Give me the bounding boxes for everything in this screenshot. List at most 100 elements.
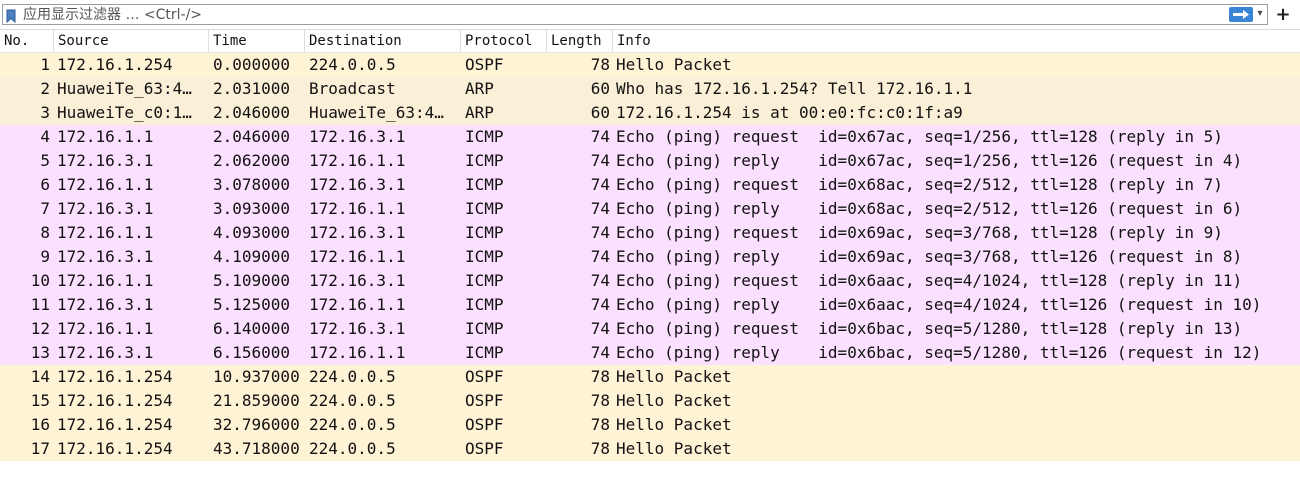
packet-source: 172.16.3.1 — [57, 199, 154, 218]
packet-destination: 224.0.0.5 — [309, 367, 396, 386]
packet-length: 78 — [590, 55, 610, 74]
packet-destination: 224.0.0.5 — [309, 391, 396, 410]
packet-protocol: OSPF — [465, 415, 504, 434]
packet-source: 172.16.1.1 — [57, 127, 154, 146]
packet-length: 74 — [590, 319, 610, 338]
apply-filter-button[interactable] — [1229, 7, 1253, 22]
packet-time: 5.109000 — [213, 271, 291, 290]
packet-time: 2.046000 — [213, 127, 291, 146]
packet-destination: 224.0.0.5 — [309, 55, 396, 74]
packet-protocol: ARP — [465, 79, 494, 98]
column-header-no[interactable]: No. — [0, 30, 54, 52]
packet-row[interactable]: 11 172.16.3.1 5.125000 172.16.1.1 ICMP 74 Echo… — [0, 293, 1300, 317]
packet-time: 5.125000 — [213, 295, 291, 314]
packet-protocol: ARP — [465, 103, 494, 122]
bookmark-icon[interactable] — [6, 8, 16, 24]
packet-time: 2.031000 — [213, 79, 291, 98]
packet-destination: 224.0.0.5 — [309, 415, 396, 434]
packet-list-header: No. Source Time Destination Protocol Len… — [0, 30, 1300, 53]
packet-number: 16 — [30, 415, 50, 434]
packet-source: 172.16.1.254 — [57, 415, 173, 434]
packet-destination: 172.16.1.1 — [309, 151, 406, 170]
packet-row[interactable]: 15 172.16.1.254 21.859000 224.0.0.5 OSPF 78 He… — [0, 389, 1300, 413]
packet-length: 74 — [590, 151, 610, 170]
add-filter-button[interactable]: + — [1273, 4, 1293, 25]
packet-protocol: ICMP — [465, 319, 504, 338]
packet-length: 74 — [590, 127, 610, 146]
packet-length: 60 — [590, 79, 610, 98]
packet-time: 4.093000 — [213, 223, 291, 242]
packet-protocol: ICMP — [465, 127, 504, 146]
packet-destination: HuaweiTe_63:4… — [309, 103, 444, 122]
packet-source: 172.16.3.1 — [57, 295, 154, 314]
packet-destination: 172.16.1.1 — [309, 343, 406, 362]
packet-info: Hello Packet — [616, 439, 732, 458]
column-header-destination[interactable]: Destination — [305, 30, 461, 52]
packet-protocol: ICMP — [465, 271, 504, 290]
column-header-time[interactable]: Time — [209, 30, 305, 52]
packet-list: No. Source Time Destination Protocol Len… — [0, 30, 1300, 461]
packet-source: 172.16.3.1 — [57, 343, 154, 362]
packet-row[interactable]: 2 HuaweiTe_63:4… 2.031000 Broadcast ARP 60 Who… — [0, 77, 1300, 101]
packet-row[interactable]: 17 172.16.1.254 43.718000 224.0.0.5 OSPF 78 He… — [0, 437, 1300, 461]
packet-row[interactable]: 7 172.16.3.1 3.093000 172.16.1.1 ICMP 74 Echo … — [0, 197, 1300, 221]
packet-time: 10.937000 — [213, 367, 300, 386]
packet-number: 2 — [40, 79, 50, 98]
packet-number: 15 — [30, 391, 50, 410]
packet-number: 13 — [30, 343, 50, 362]
packet-destination: 172.16.1.1 — [309, 295, 406, 314]
packet-info: Echo (ping) reply id=0x69ac, seq=3/768, … — [616, 247, 1243, 266]
packet-row[interactable]: 10 172.16.1.1 5.109000 172.16.3.1 ICMP 74 Echo… — [0, 269, 1300, 293]
packet-time: 0.000000 — [213, 55, 291, 74]
packet-row[interactable]: 1 172.16.1.254 0.000000 224.0.0.5 OSPF 78 Hell… — [0, 53, 1300, 77]
packet-destination: 172.16.3.1 — [309, 223, 406, 242]
packet-info: Echo (ping) request id=0x68ac, seq=2/512… — [616, 175, 1223, 194]
packet-destination: Broadcast — [309, 79, 396, 98]
packet-info: Hello Packet — [616, 55, 732, 74]
packet-source: 172.16.1.1 — [57, 271, 154, 290]
packet-number: 14 — [30, 367, 50, 386]
packet-length: 74 — [590, 271, 610, 290]
packet-time: 32.796000 — [213, 415, 300, 434]
packet-length: 74 — [590, 295, 610, 314]
packet-number: 7 — [40, 199, 50, 218]
column-header-source[interactable]: Source — [54, 30, 209, 52]
packet-source: 172.16.1.254 — [57, 391, 173, 410]
packet-row[interactable]: 14 172.16.1.254 10.937000 224.0.0.5 OSPF 78 He… — [0, 365, 1300, 389]
packet-number: 6 — [40, 175, 50, 194]
packet-protocol: ICMP — [465, 223, 504, 242]
packet-row[interactable]: 3 HuaweiTe_c0:1… 2.046000 HuaweiTe_63:4… ARP… — [0, 101, 1300, 125]
chevron-down-icon[interactable]: ▾ — [1255, 8, 1265, 20]
packet-source: 172.16.1.1 — [57, 319, 154, 338]
packet-length: 78 — [590, 439, 610, 458]
packet-number: 11 — [30, 295, 50, 314]
column-header-length[interactable]: Length — [547, 30, 613, 52]
packet-length: 74 — [590, 247, 610, 266]
packet-info: Echo (ping) request id=0x67ac, seq=1/256… — [616, 127, 1223, 146]
packet-row[interactable]: 8 172.16.1.1 4.093000 172.16.3.1 ICMP 74 Echo … — [0, 221, 1300, 245]
packet-row[interactable]: 5 172.16.3.1 2.062000 172.16.1.1 ICMP 74 Echo … — [0, 149, 1300, 173]
packet-row[interactable]: 13 172.16.3.1 6.156000 172.16.1.1 ICMP 74 Echo… — [0, 341, 1300, 365]
packet-info: Echo (ping) reply id=0x6aac, seq=4/1024,… — [616, 295, 1262, 314]
packet-row[interactable]: 16 172.16.1.254 32.796000 224.0.0.5 OSPF 78 He… — [0, 413, 1300, 437]
packet-time: 21.859000 — [213, 391, 300, 410]
packet-protocol: ICMP — [465, 295, 504, 314]
packet-length: 60 — [590, 103, 610, 122]
packet-row[interactable]: 4 172.16.1.1 2.046000 172.16.3.1 ICMP 74 Echo … — [0, 125, 1300, 149]
packet-row[interactable]: 6 172.16.1.1 3.078000 172.16.3.1 ICMP 74 Echo … — [0, 173, 1300, 197]
packet-row[interactable]: 9 172.16.3.1 4.109000 172.16.1.1 ICMP 74 Echo … — [0, 245, 1300, 269]
packet-info: Echo (ping) request id=0x69ac, seq=3/768… — [616, 223, 1223, 242]
packet-source: 172.16.1.254 — [57, 439, 173, 458]
packet-length: 74 — [590, 223, 610, 242]
display-filter-input[interactable]: 应用显示过滤器 … <Ctrl-/> ▾ — [2, 4, 1268, 25]
packet-number: 4 — [40, 127, 50, 146]
packet-length: 78 — [590, 391, 610, 410]
packet-info: Echo (ping) reply id=0x67ac, seq=1/256, … — [616, 151, 1243, 170]
packet-protocol: ICMP — [465, 343, 504, 362]
packet-source: 172.16.1.1 — [57, 223, 154, 242]
packet-row[interactable]: 12 172.16.1.1 6.140000 172.16.3.1 ICMP 74 Echo… — [0, 317, 1300, 341]
packet-time: 3.093000 — [213, 199, 291, 218]
column-header-protocol[interactable]: Protocol — [461, 30, 547, 52]
column-header-info[interactable]: Info — [613, 30, 1300, 52]
packet-protocol: ICMP — [465, 247, 504, 266]
